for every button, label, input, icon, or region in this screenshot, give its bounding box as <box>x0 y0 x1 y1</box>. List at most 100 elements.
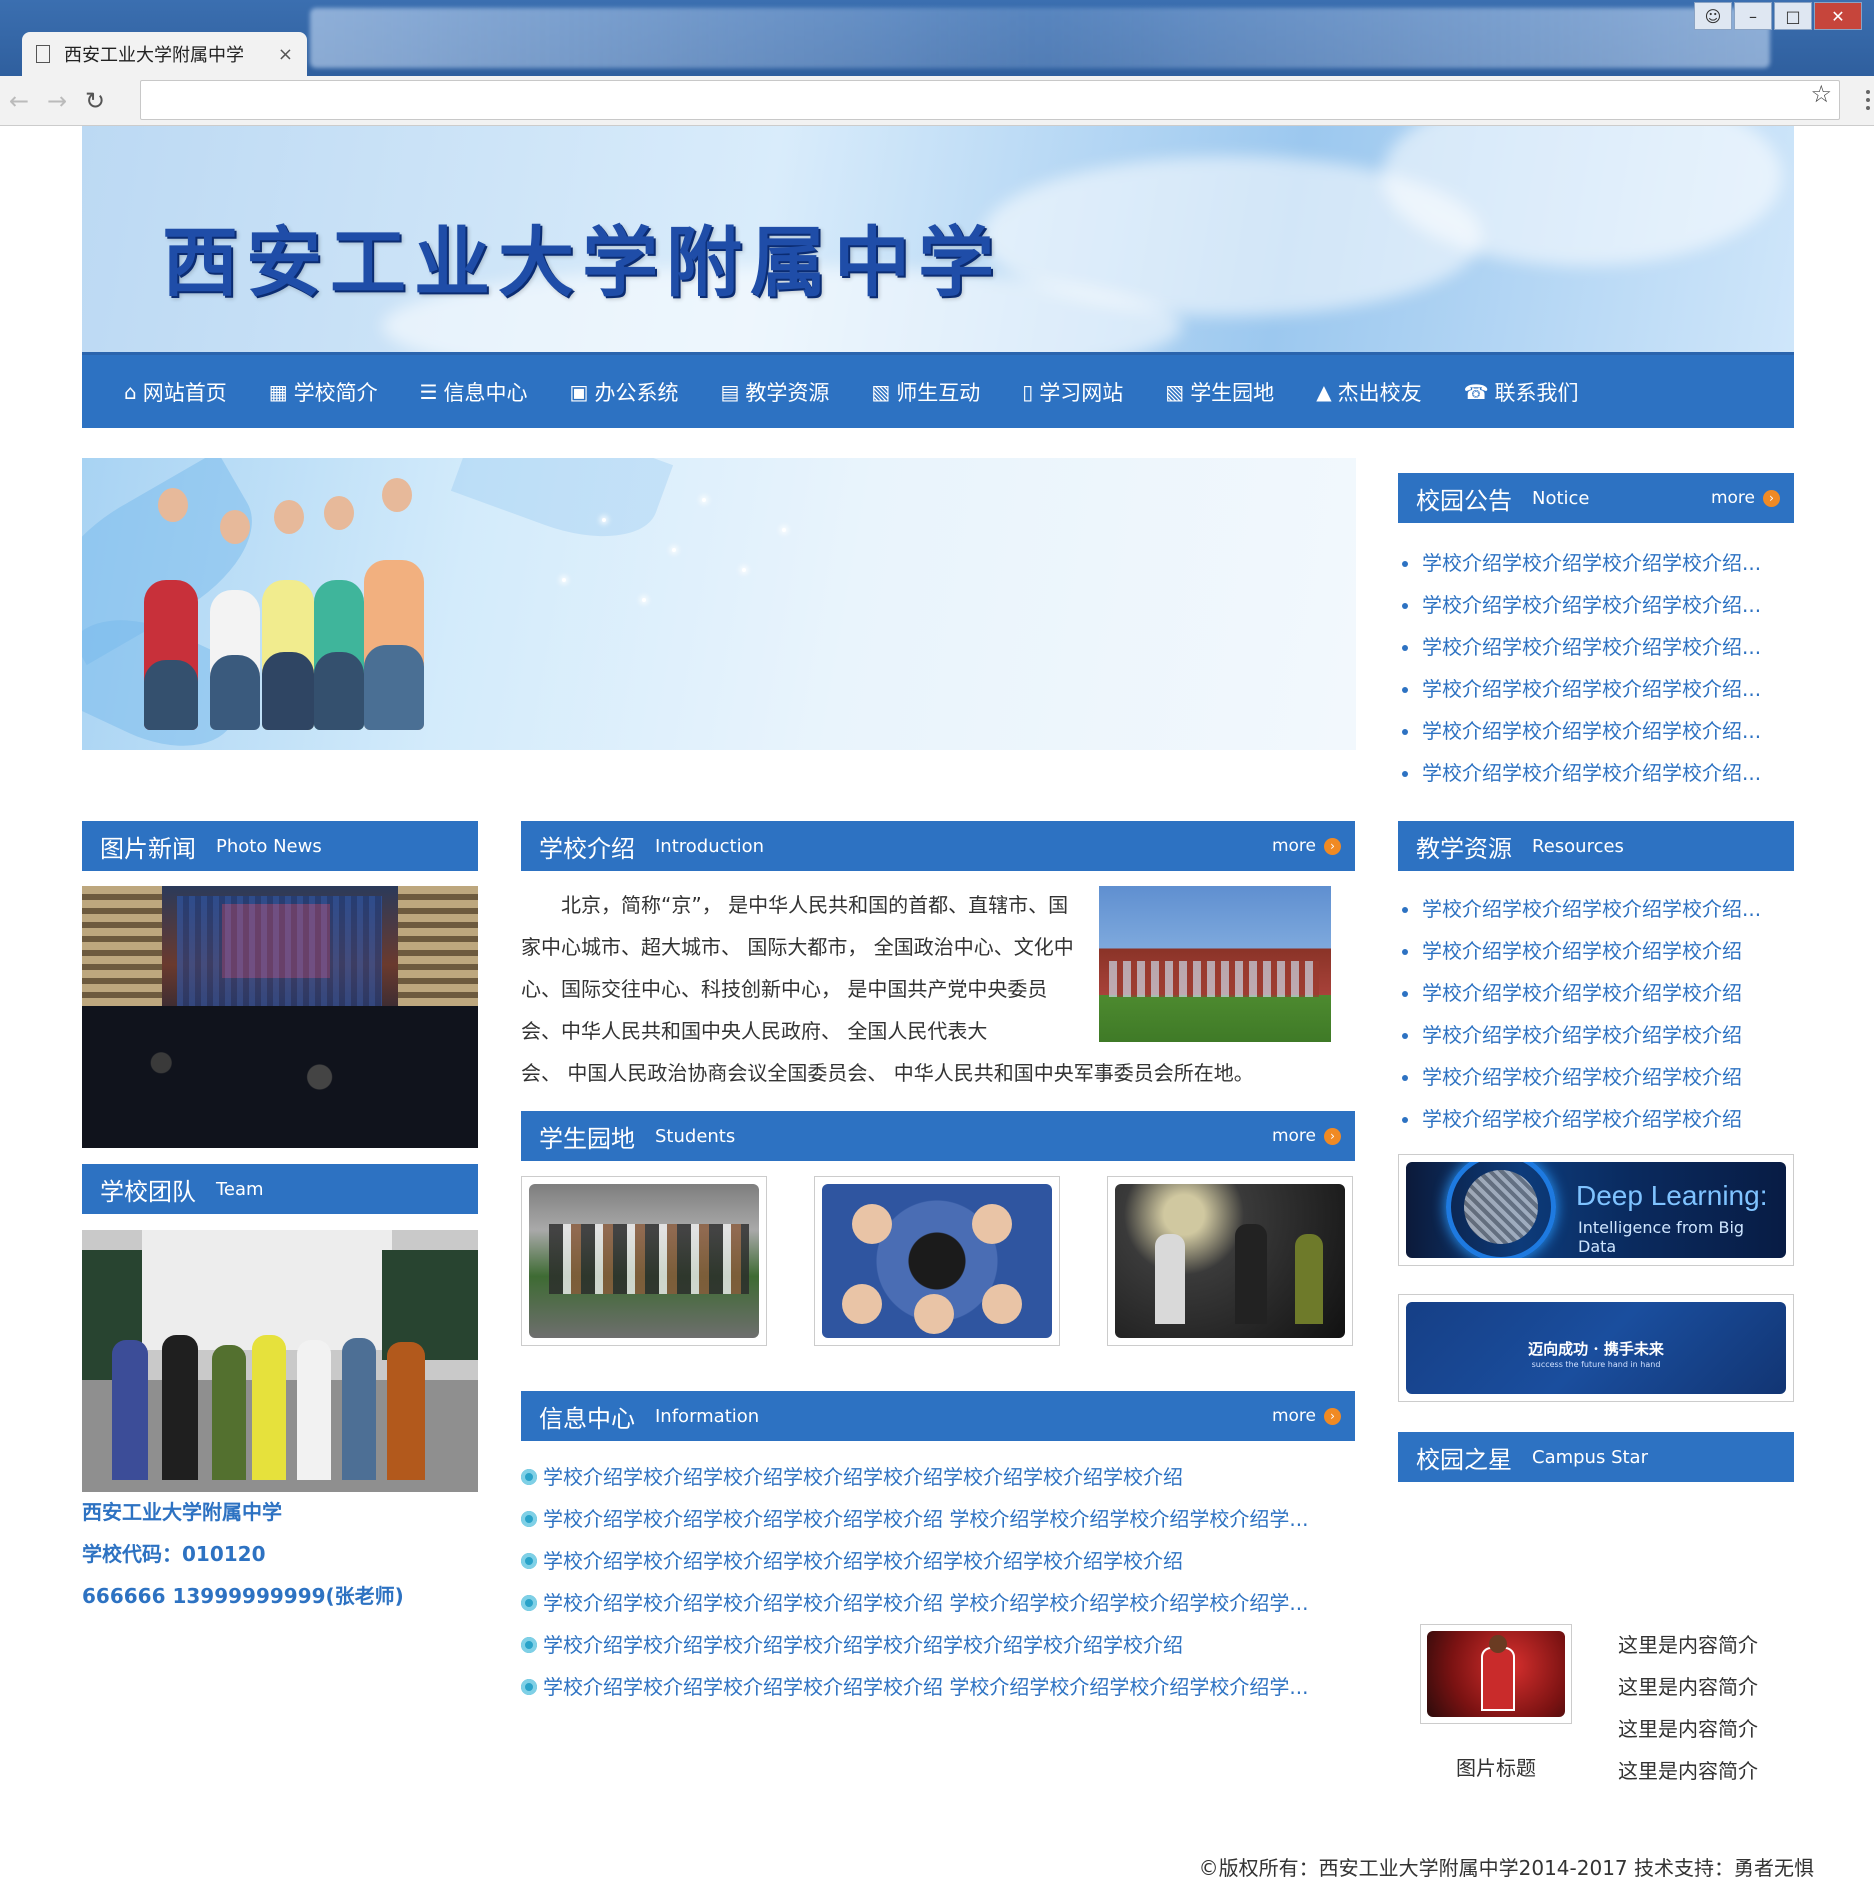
nav-item[interactable]: ▯ 学习网站 <box>1022 377 1123 407</box>
nav-item[interactable]: ▤ 教学资源 <box>720 377 829 407</box>
school-building-image[interactable] <box>1099 886 1331 1042</box>
address-bar[interactable] <box>140 80 1840 120</box>
campus-star-image[interactable] <box>1420 1624 1572 1724</box>
team-header: 学校团队 Team <box>82 1164 478 1214</box>
web-page: 西安工业大学附属中学 ⌂ 网站首页 ▦ 学校简介 ☰ 信息中心 ▣ 办公系统 ▤ 教学资源 ▧ 师生互… <box>0 126 1874 1880</box>
resource-item[interactable]: 学校介绍学校介绍学校介绍学校介绍 <box>1400 1056 1786 1098</box>
info-item[interactable]: 学校介绍学校介绍学校介绍学校介绍学校介绍学校介绍学校介绍学校介绍 <box>521 1456 1355 1498</box>
students-more-link[interactable]: more › <box>1272 1126 1341 1146</box>
browser-titlebar: 西安工业大学附属中学 × ☺ – □ ✕ <box>0 0 1874 76</box>
students-header: 学生园地 Students more › <box>521 1111 1355 1161</box>
nav-item[interactable]: ▣ 办公系统 <box>570 377 679 407</box>
campus-star-item[interactable]: 这里是内容简介 <box>1618 1750 1758 1792</box>
list-icon: ☰ <box>419 379 438 404</box>
school-phone: 666666 13999999999(张老师) <box>82 1584 404 1608</box>
info-more-link[interactable]: more › <box>1272 1406 1341 1426</box>
notice-item[interactable]: 学校介绍学校介绍学校介绍学校介绍... <box>1400 626 1786 668</box>
graduation-cap-icon: ▲ <box>1316 379 1332 404</box>
home-icon: ⌂ <box>124 379 137 404</box>
nav-item-label: 学生园地 <box>1190 380 1275 405</box>
students-photo-3[interactable] <box>1107 1176 1353 1346</box>
tab-title: 西安工业大学附属中学 <box>64 45 244 66</box>
campus-star-item[interactable]: 这里是内容简介 <box>1618 1666 1758 1708</box>
site-banner: 西安工业大学附属中学 <box>82 126 1794 352</box>
photo-news-header: 图片新闻 Photo News <box>82 821 478 871</box>
info-item[interactable]: 学校介绍学校介绍学校介绍学校介绍学校介绍 学校介绍学校介绍学校介绍学校介绍学..… <box>521 1582 1355 1624</box>
slogan-ad[interactable]: 迈向成功 · 携手未来 success the future hand in h… <box>1398 1294 1794 1402</box>
maximize-icon[interactable]: □ <box>1774 2 1812 30</box>
info-item[interactable]: 学校介绍学校介绍学校介绍学校介绍学校介绍学校介绍学校介绍学校介绍 <box>521 1540 1355 1582</box>
minimize-icon[interactable]: – <box>1734 2 1772 30</box>
window-controls: ☺ – □ ✕ <box>1694 2 1862 30</box>
nav-item[interactable]: ▧ 学生园地 <box>1165 377 1274 407</box>
hero-banner <box>82 458 1356 750</box>
back-icon[interactable]: ← <box>0 87 38 115</box>
info-subtitle: Information <box>655 1405 760 1427</box>
gift-icon: ▣ <box>569 379 589 404</box>
tab-close-icon[interactable]: × <box>278 44 293 65</box>
notice-item[interactable]: 学校介绍学校介绍学校介绍学校介绍... <box>1400 752 1786 794</box>
nav-item-label: 联系我们 <box>1494 380 1579 405</box>
school-code: 学校代码：010120 <box>82 1542 266 1566</box>
info-item[interactable]: 学校介绍学校介绍学校介绍学校介绍学校介绍 学校介绍学校介绍学校介绍学校介绍学..… <box>521 1666 1355 1708</box>
slogan-subtitle: success the future hand in hand <box>1531 1360 1661 1369</box>
intro-text: 北京，简称“京”， 是中华人民共和国的首都、直辖市、国家中心城市、超大城市、 国… <box>521 893 1074 1043</box>
close-window-icon[interactable]: ✕ <box>1814 2 1862 30</box>
info-item[interactable]: 学校介绍学校介绍学校介绍学校介绍学校介绍 学校介绍学校介绍学校介绍学校介绍学..… <box>521 1498 1355 1540</box>
picture-icon: ▧ <box>871 379 891 404</box>
notice-item[interactable]: 学校介绍学校介绍学校介绍学校介绍... <box>1400 542 1786 584</box>
document-icon <box>36 45 50 63</box>
students-photo-1[interactable] <box>521 1176 767 1346</box>
browser-toolbar: ← → ↻ ☆ <box>0 76 1874 126</box>
reload-icon[interactable]: ↻ <box>76 87 114 115</box>
nav-item[interactable]: ⌂ 网站首页 <box>124 377 227 407</box>
notice-list: 学校介绍学校介绍学校介绍学校介绍... 学校介绍学校介绍学校介绍学校介绍... 学校… <box>1400 542 1786 794</box>
resource-item[interactable]: 学校介绍学校介绍学校介绍学校介绍 <box>1400 930 1786 972</box>
resource-item[interactable]: 学校介绍学校介绍学校介绍学校介绍 <box>1400 1098 1786 1140</box>
nav-item[interactable]: ▦ 学校简介 <box>269 377 378 407</box>
notice-title: 校园公告 <box>1416 486 1512 515</box>
nav-item-label: 师生互动 <box>896 380 981 405</box>
campus-star-subtitle: Campus Star <box>1532 1446 1648 1468</box>
footer-copyright: ©版权所有：西安工业大学附属中学2014-2017 技术支持：勇者无惧 <box>1198 1856 1814 1880</box>
more-arrow-icon: › <box>1763 489 1780 507</box>
team-title: 学校团队 <box>100 1177 196 1206</box>
intro-subtitle: Introduction <box>655 835 765 857</box>
nav-item[interactable]: ☰ 信息中心 <box>420 377 528 407</box>
bookmark-star-icon[interactable]: ☆ <box>1810 80 1832 108</box>
notice-item[interactable]: 学校介绍学校介绍学校介绍学校介绍... <box>1400 710 1786 752</box>
nav-item[interactable]: ▧ 师生互动 <box>871 377 980 407</box>
nav-item[interactable]: ▲ 杰出校友 <box>1316 377 1421 407</box>
deep-learning-subtitle: Intelligence from Big Data <box>1578 1218 1745 1256</box>
deep-learning-ad[interactable]: Deep Learning: Intelligence from Big Dat… <box>1398 1154 1794 1266</box>
nav-item-label: 学习网站 <box>1039 380 1124 405</box>
calendar-icon: ▤ <box>720 379 740 404</box>
more-arrow-icon: › <box>1324 1127 1341 1145</box>
menu-icon[interactable] <box>1866 90 1870 110</box>
info-item[interactable]: 学校介绍学校介绍学校介绍学校介绍学校介绍学校介绍学校介绍学校介绍 <box>521 1624 1355 1666</box>
campus-star-item[interactable]: 这里是内容简介 <box>1618 1708 1758 1750</box>
team-image[interactable] <box>82 1230 478 1492</box>
campus-star-title: 校园之星 <box>1416 1445 1512 1474</box>
notice-more-link[interactable]: more › <box>1711 488 1780 508</box>
campus-star-item[interactable]: 这里是内容简介 <box>1618 1624 1758 1666</box>
resource-item[interactable]: 学校介绍学校介绍学校介绍学校介绍... <box>1400 888 1786 930</box>
forward-icon[interactable]: → <box>38 87 76 115</box>
notice-item[interactable]: 学校介绍学校介绍学校介绍学校介绍... <box>1400 584 1786 626</box>
deep-learning-title: Deep Learning: <box>1576 1180 1768 1211</box>
notice-item[interactable]: 学校介绍学校介绍学校介绍学校介绍... <box>1400 668 1786 710</box>
photo-news-image[interactable] <box>82 886 478 1148</box>
campus-star-list: 这里是内容简介 这里是内容简介 这里是内容简介 这里是内容简介 <box>1618 1624 1758 1792</box>
info-header: 信息中心 Information more › <box>521 1391 1355 1441</box>
campus-star-caption: 图片标题 <box>1456 1756 1536 1780</box>
notice-subtitle: Notice <box>1532 487 1590 509</box>
resource-item[interactable]: 学校介绍学校介绍学校介绍学校介绍 <box>1400 972 1786 1014</box>
user-icon[interactable]: ☺ <box>1694 2 1732 30</box>
intro-more-link[interactable]: more › <box>1272 836 1341 856</box>
students-photo-2[interactable] <box>814 1176 1060 1346</box>
phone-icon: ☎ <box>1463 379 1489 404</box>
browser-tab[interactable]: 西安工业大学附属中学 × <box>22 32 307 76</box>
resource-item[interactable]: 学校介绍学校介绍学校介绍学校介绍 <box>1400 1014 1786 1056</box>
nav-item[interactable]: ☎ 联系我们 <box>1464 377 1579 407</box>
slogan-title: 迈向成功 · 携手未来 <box>1528 1340 1664 1358</box>
